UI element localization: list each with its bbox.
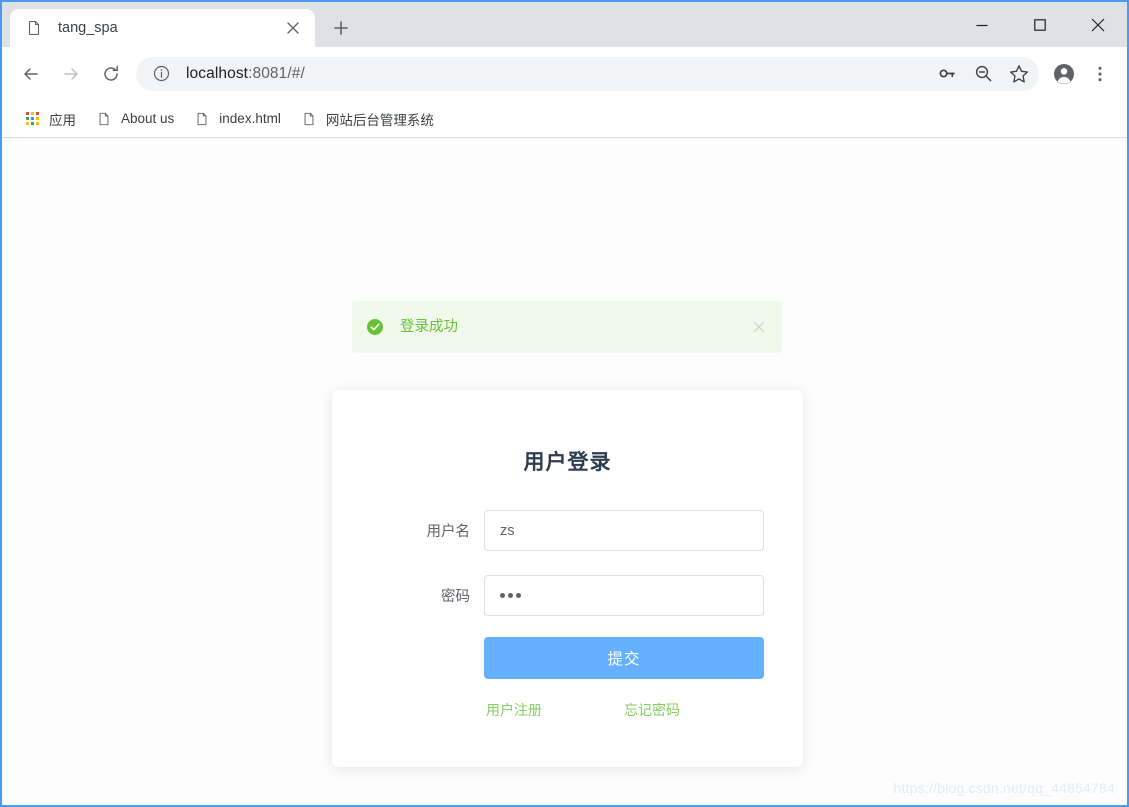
success-check-circle-icon — [367, 319, 383, 335]
bookmark-about-us[interactable]: About us — [88, 106, 182, 132]
bookmark-label: index.html — [219, 111, 281, 126]
password-input[interactable] — [484, 575, 764, 616]
bookmark-apps[interactable]: 应用 — [16, 106, 84, 132]
window-controls — [953, 2, 1127, 47]
bookmark-admin-system[interactable]: 网站后台管理系统 — [293, 106, 442, 132]
more-menu-icon[interactable] — [1083, 57, 1117, 91]
tab-strip: tang_spa — [2, 2, 1127, 47]
url-path: :8081/#/ — [248, 64, 305, 82]
bookmark-label: About us — [121, 111, 175, 126]
minimize-button[interactable] — [953, 2, 1011, 47]
form-row-username: 用户名 — [332, 510, 803, 551]
form-row-password: 密码 — [332, 575, 803, 616]
password-masked-value — [500, 593, 521, 598]
maximize-button[interactable] — [1011, 2, 1069, 47]
toolbar-right-icons — [1045, 57, 1117, 91]
apps-grid-icon — [24, 111, 40, 127]
alert-close-icon[interactable] — [751, 319, 767, 335]
url-text: localhost:8081/#/ — [186, 65, 925, 83]
profile-icon[interactable] — [1047, 57, 1081, 91]
bookmark-index-html[interactable]: index.html — [186, 106, 289, 132]
watermark: https://blog.csdn.net/qq_44854784 — [893, 780, 1115, 796]
zoom-out-icon[interactable] — [969, 60, 997, 88]
browser-window: tang_spa localhost:8081/#/ 应用 About us i… — [0, 0, 1129, 807]
close-window-button[interactable] — [1069, 2, 1127, 47]
page-icon — [301, 111, 317, 127]
key-icon[interactable] — [933, 60, 961, 88]
tab-title: tang_spa — [58, 20, 118, 36]
bookmark-label: 网站后台管理系统 — [325, 112, 434, 128]
submit-row: 提交 — [332, 637, 803, 679]
bookmarks-bar: 应用 About us index.html 网站后台管理系统 — [2, 100, 1127, 138]
aux-links-row: 用户注册 忘记密码 — [332, 700, 803, 720]
browser-tab[interactable]: tang_spa — [10, 9, 315, 47]
omnibox-actions — [925, 60, 1033, 88]
forgot-password-link[interactable]: 忘记密码 — [624, 700, 680, 720]
browser-toolbar: localhost:8081/#/ — [2, 47, 1127, 100]
tab-close-icon[interactable] — [281, 16, 305, 40]
new-tab-button[interactable] — [326, 13, 356, 43]
success-alert: 登录成功 — [352, 301, 782, 353]
reload-button[interactable] — [94, 57, 128, 91]
page-icon — [96, 111, 112, 127]
star-icon[interactable] — [1005, 60, 1033, 88]
bookmark-label: 应用 — [49, 112, 76, 128]
info-circle-icon[interactable] — [150, 63, 172, 85]
page-viewport: 登录成功 用户登录 用户名 密码 — [2, 138, 1127, 805]
forward-button[interactable] — [54, 57, 88, 91]
page-icon — [26, 20, 42, 36]
address-bar[interactable]: localhost:8081/#/ — [136, 56, 1039, 91]
login-card: 用户登录 用户名 密码 提交 用户注册 忘记密码 — [332, 390, 803, 767]
back-button[interactable] — [14, 57, 48, 91]
url-host: localhost — [186, 64, 249, 82]
alert-message: 登录成功 — [400, 318, 458, 335]
page-icon — [194, 111, 210, 127]
page-title: 用户登录 — [523, 451, 612, 474]
password-label: 密码 — [441, 589, 470, 605]
username-input[interactable] — [484, 510, 764, 551]
username-label: 用户名 — [426, 524, 471, 540]
register-link[interactable]: 用户注册 — [486, 700, 542, 720]
submit-button[interactable]: 提交 — [484, 637, 764, 679]
